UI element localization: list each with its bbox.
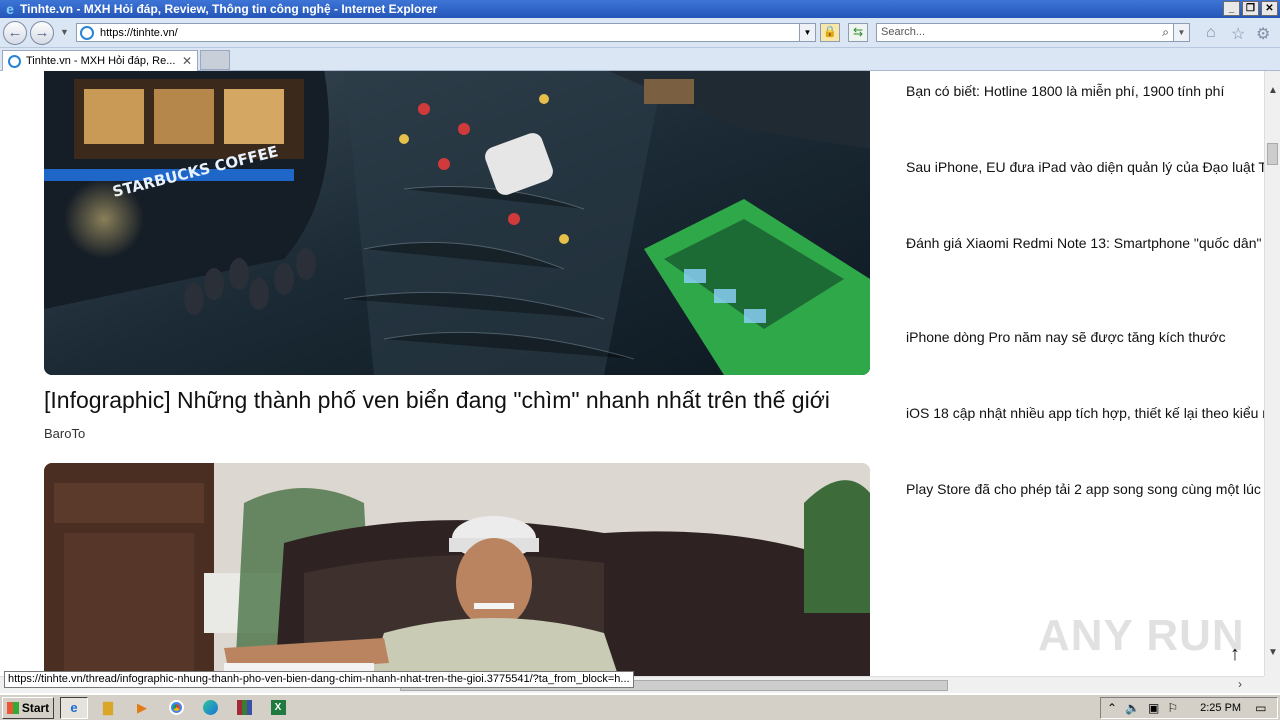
taskbar: Start e ▇ ▶ X ⌃ 🔈 ▣ ⚐ 2:25 PM ▭ xyxy=(0,694,1280,720)
address-bar[interactable]: https://tinhte.vn/ ▼ xyxy=(76,23,816,42)
search-placeholder: Search... xyxy=(881,26,926,38)
gear-icon[interactable]: ⚙ xyxy=(1256,24,1270,44)
internet-explorer-icon: e xyxy=(6,1,14,17)
page-viewport: STARBUCKS COFFEE [Infographic] Những thà… xyxy=(0,71,1264,676)
windows-flag-icon xyxy=(6,701,19,714)
back-to-top-icon[interactable]: ↑ xyxy=(1230,643,1240,666)
excel-icon[interactable]: X xyxy=(264,697,292,719)
scroll-down-icon[interactable]: ▼ xyxy=(1268,647,1278,658)
favorites-star-icon[interactable]: ☆ xyxy=(1231,24,1245,44)
forward-icon: → xyxy=(34,24,50,41)
scroll-corner xyxy=(1264,676,1280,693)
close-tab-icon[interactable]: ✕ xyxy=(182,54,192,68)
close-button[interactable]: ✕ xyxy=(1261,1,1278,16)
window-controls: _ ❐ ✕ xyxy=(1223,1,1278,16)
chrome-icon[interactable] xyxy=(162,697,190,719)
action-center-flag-icon[interactable]: ⚐ xyxy=(1167,701,1178,715)
system-tray: ⌃ 🔈 ▣ ⚐ 2:25 PM ▭ xyxy=(1100,697,1278,719)
media-player-icon[interactable]: ▶ xyxy=(128,697,156,719)
scroll-up-icon[interactable]: ▲ xyxy=(1268,85,1278,96)
site-icon xyxy=(8,54,21,68)
restore-button[interactable]: ❐ xyxy=(1242,1,1259,16)
back-icon: ← xyxy=(7,24,23,41)
address-text[interactable]: https://tinhte.vn/ xyxy=(100,27,178,39)
sidebar-link[interactable]: Sau iPhone, EU đưa iPad vào diện quản lý… xyxy=(906,159,1264,175)
home-icon[interactable]: ⌂ xyxy=(1206,24,1216,42)
navigation-bar: ← → ▼ https://tinhte.vn/ ▼ 🔒 ⇆ Search...… xyxy=(0,18,1280,48)
man-on-sofa-photo xyxy=(44,463,870,676)
new-tab-button[interactable] xyxy=(200,50,230,70)
search-icon[interactable]: ⌕ xyxy=(1162,24,1169,41)
vertical-scrollbar[interactable]: ▲ ▼ xyxy=(1264,71,1280,676)
search-dropdown-icon[interactable]: ▼ xyxy=(1173,24,1189,41)
address-dropdown-icon[interactable]: ▼ xyxy=(799,24,815,41)
site-icon xyxy=(80,25,94,40)
lock-icon[interactable]: 🔒 xyxy=(820,23,840,42)
tab-bar: Tinhte.vn - MXH Hỏi đáp, Re... ✕ xyxy=(0,48,1280,71)
scroll-right-icon[interactable]: › xyxy=(1238,677,1242,691)
sidebar-link[interactable]: iOS 18 cập nhật nhiều app tích hợp, thiế… xyxy=(906,405,1264,421)
start-label: Start xyxy=(21,700,50,715)
show-desktop-icon[interactable]: ▭ xyxy=(1255,701,1266,715)
status-url: https://tinhte.vn/thread/infographic-nhu… xyxy=(4,671,634,688)
scroll-thumb[interactable] xyxy=(1267,143,1278,165)
anyrun-watermark: ANY RUN xyxy=(1038,611,1245,660)
show-hidden-icons-icon[interactable]: ⌃ xyxy=(1107,701,1117,715)
back-button[interactable]: ← xyxy=(3,21,27,45)
file-explorer-icon[interactable]: ▇ xyxy=(94,697,122,719)
window-title: Tinhte.vn - MXH Hỏi đáp, Review, Thông t… xyxy=(20,2,438,16)
network-icon[interactable]: ▣ xyxy=(1148,701,1159,715)
edge-icon[interactable] xyxy=(196,697,224,719)
start-button[interactable]: Start xyxy=(2,696,54,719)
article-title[interactable]: [Infographic] Những thành phố ven biển đ… xyxy=(44,387,830,414)
sidebar-link[interactable]: Đánh giá Xiaomi Redmi Note 13: Smartphon… xyxy=(906,235,1261,251)
refresh-icon[interactable]: ⇆ xyxy=(848,23,868,42)
forward-button[interactable]: → xyxy=(30,21,54,45)
article-hero-image[interactable]: STARBUCKS COFFEE xyxy=(44,71,870,375)
article-image-2[interactable] xyxy=(44,463,870,676)
article-author[interactable]: BaroTo xyxy=(44,426,85,441)
flooded-street-photo: STARBUCKS COFFEE xyxy=(44,71,870,375)
window-titlebar: e Tinhte.vn - MXH Hỏi đáp, Review, Thông… xyxy=(0,0,1280,18)
tab-tinhte[interactable]: Tinhte.vn - MXH Hỏi đáp, Re... ✕ xyxy=(2,50,198,71)
tab-label: Tinhte.vn - MXH Hỏi đáp, Re... xyxy=(26,55,176,67)
search-input[interactable]: Search... ⌕ ▼ xyxy=(876,23,1190,42)
winrar-icon[interactable] xyxy=(230,697,258,719)
history-dropdown-icon[interactable]: ▼ xyxy=(60,27,69,37)
sidebar-link[interactable]: Play Store đã cho phép tải 2 app song so… xyxy=(906,481,1261,497)
minimize-button[interactable]: _ xyxy=(1223,1,1240,16)
volume-icon[interactable]: 🔈 xyxy=(1125,701,1140,715)
sidebar-link[interactable]: Bạn có biết: Hotline 1800 là miễn phí, 1… xyxy=(906,83,1224,99)
internet-explorer-icon[interactable]: e xyxy=(60,696,88,719)
clock[interactable]: 2:25 PM xyxy=(1200,702,1241,714)
sidebar-link[interactable]: iPhone dòng Pro năm nay sẽ được tăng kíc… xyxy=(906,329,1226,345)
